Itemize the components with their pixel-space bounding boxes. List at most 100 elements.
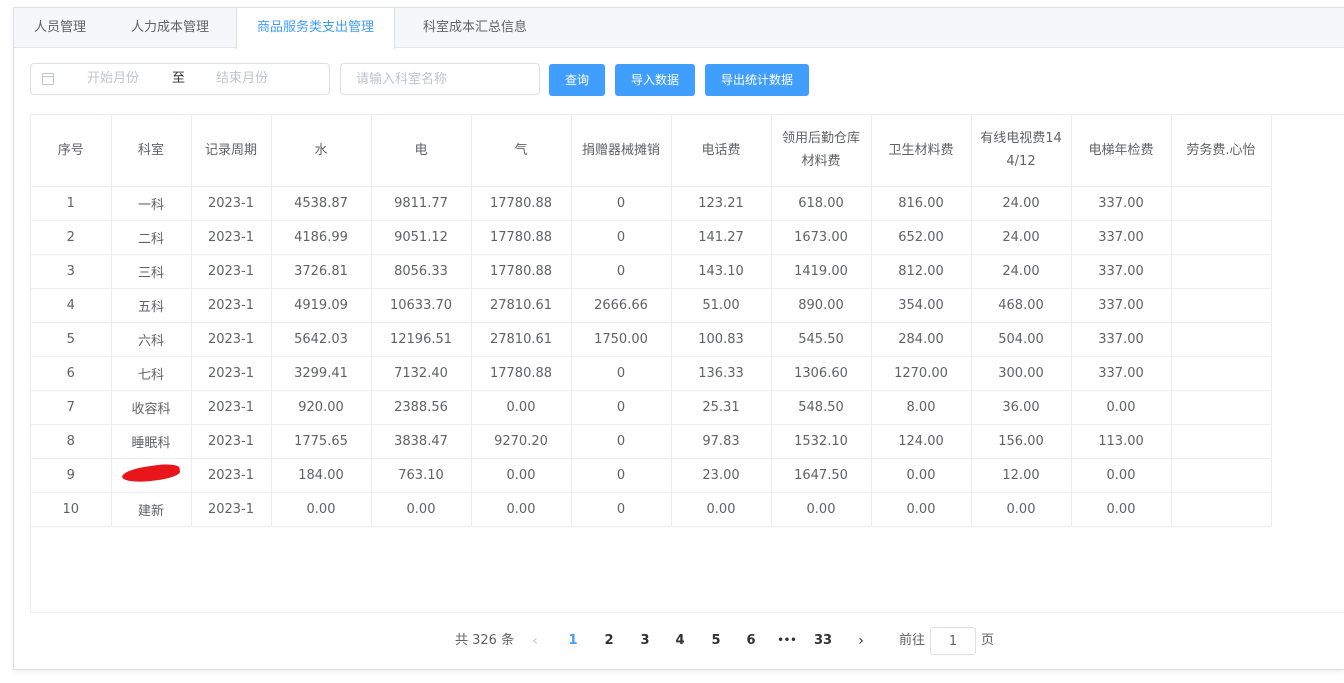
table-cell: 0.00 xyxy=(871,458,972,493)
table-cell: 建新 xyxy=(111,492,192,527)
table-cell: 3838.47 xyxy=(371,424,472,459)
table-cell: 4538.87 xyxy=(271,186,372,221)
table-cell: 0.00 xyxy=(771,492,872,527)
table-cell: 97.83 xyxy=(671,424,772,459)
table-cell: 652.00 xyxy=(871,220,972,255)
table-cell xyxy=(1171,254,1272,289)
table-row: 3 三科 2023-1 3726.81 8056.33 17780.88 0 143.10 14… xyxy=(31,254,1272,289)
page-33[interactable]: 33 xyxy=(808,627,838,655)
table-cell: 24.00 xyxy=(971,254,1072,289)
table-cell: 2023-1 xyxy=(191,424,272,459)
table-cell: 2388.56 xyxy=(371,390,472,425)
page-5[interactable]: 5 xyxy=(701,627,731,655)
table-cell: 1750.00 xyxy=(571,322,672,357)
table-cell: 2023-1 xyxy=(191,356,272,391)
table-cell: 36.00 xyxy=(971,390,1072,425)
table-cell: 1 xyxy=(31,186,112,221)
table-row: 9 2023-1 184.00 763.10 0.00 0 23.00 1647.50 0.00… xyxy=(31,458,1272,493)
table-row: 5 六科 2023-1 5642.03 12196.51 27810.61 1750.00 1… xyxy=(31,322,1272,357)
table-cell xyxy=(1171,322,1272,357)
page-2[interactable]: 2 xyxy=(594,627,624,655)
table-cell: 0 xyxy=(571,492,672,527)
tab-labor-cost[interactable]: 人力成本管理 xyxy=(111,8,229,48)
start-month-input[interactable]: 开始月份 xyxy=(87,64,139,94)
page-4[interactable]: 4 xyxy=(665,627,695,655)
table-row: 8 睡眠科 2023-1 1775.65 3838.47 9270.20 0 97.83 153… xyxy=(31,424,1272,459)
table-cell xyxy=(1171,220,1272,255)
table-cell: 0 xyxy=(571,220,672,255)
table-cell: 337.00 xyxy=(1071,288,1172,323)
table-cell: 337.00 xyxy=(1071,220,1172,255)
table-cell: 300.00 xyxy=(971,356,1072,391)
page-1[interactable]: 1 xyxy=(558,627,588,655)
table-cell: 1306.60 xyxy=(771,356,872,391)
total-count: 共 326 条 xyxy=(455,633,515,648)
table-cell: 1532.10 xyxy=(771,424,872,459)
table-cell: 184.00 xyxy=(271,458,372,493)
table-cell: 1270.00 xyxy=(871,356,972,391)
redaction-mark xyxy=(121,461,181,485)
table-cell: 1419.00 xyxy=(771,254,872,289)
table-cell: 0.00 xyxy=(1071,390,1172,425)
table-cell: 0.00 xyxy=(471,492,572,527)
column-header: 记录周期 xyxy=(191,115,272,187)
table-cell: 0 xyxy=(571,390,672,425)
table-cell: 0.00 xyxy=(271,492,372,527)
chevron-left-icon[interactable]: ‹ xyxy=(525,627,545,655)
table-row: 2 二科 2023-1 4186.99 9051.12 17780.88 0 141.27 16… xyxy=(31,220,1272,255)
query-button[interactable]: 查询 xyxy=(549,64,605,96)
tab-goods-services[interactable]: 商品服务类支出管理 xyxy=(236,8,396,49)
table-cell: 2666.66 xyxy=(571,288,672,323)
table-cell: 二科 xyxy=(111,220,192,255)
table-cell: 354.00 xyxy=(871,288,972,323)
table-cell: 337.00 xyxy=(1071,356,1172,391)
table-header-row: 序号 科室 记录周期 水 电 气 捐赠器械摊销 电话费 领用后勤仓库材料费 卫生… xyxy=(31,115,1272,187)
table-cell: 27810.61 xyxy=(471,322,572,357)
import-data-button[interactable]: 导入数据 xyxy=(615,64,695,96)
column-header: 劳务费.心怡 xyxy=(1171,115,1272,187)
tab-dept-cost-summary[interactable]: 科室成本汇总信息 xyxy=(403,8,547,48)
table-cell: 0 xyxy=(571,458,672,493)
table-cell: 618.00 xyxy=(771,186,872,221)
table-cell: 4186.99 xyxy=(271,220,372,255)
goto-page-input[interactable] xyxy=(930,627,976,655)
table-cell: 141.27 xyxy=(671,220,772,255)
more-pages-icon[interactable]: ••• xyxy=(772,627,802,655)
table-cell xyxy=(1171,186,1272,221)
table-row: 1 一科 2023-1 4538.87 9811.77 17780.88 0 123.21 61… xyxy=(31,186,1272,221)
table-cell: 2023-1 xyxy=(191,322,272,357)
dept-name-input[interactable] xyxy=(340,63,540,95)
tab-personnel[interactable]: 人员管理 xyxy=(14,8,106,48)
table-cell: 10633.70 xyxy=(371,288,472,323)
page-6[interactable]: 6 xyxy=(736,627,766,655)
page-unit-label: 页 xyxy=(981,633,995,648)
month-range-picker[interactable]: 开始月份 至 结束月份 xyxy=(30,63,330,95)
main-panel: 人员管理 人力成本管理 商品服务类支出管理 科室成本汇总信息 开始月份 至 结束… xyxy=(13,7,1344,670)
table-cell: 337.00 xyxy=(1071,322,1172,357)
expense-table-container: 序号 科室 记录周期 水 电 气 捐赠器械摊销 电话费 领用后勤仓库材料费 卫生… xyxy=(30,114,1344,613)
column-header: 有线电视费144/12 xyxy=(971,115,1072,187)
table-cell: 8056.33 xyxy=(371,254,472,289)
column-header: 领用后勤仓库材料费 xyxy=(771,115,872,187)
table-cell: 2023-1 xyxy=(191,390,272,425)
table-cell: 1647.50 xyxy=(771,458,872,493)
table-row: 7 收容科 2023-1 920.00 2388.56 0.00 0 25.31 548.50 8… xyxy=(31,390,1272,425)
table-cell: 763.10 xyxy=(371,458,472,493)
table-cell: 三科 xyxy=(111,254,192,289)
chevron-right-icon[interactable]: › xyxy=(851,627,871,655)
table-cell: 2023-1 xyxy=(191,220,272,255)
table-cell: 一科 xyxy=(111,186,192,221)
table-cell: 七科 xyxy=(111,356,192,391)
table-cell: 2023-1 xyxy=(191,492,272,527)
export-stats-button[interactable]: 导出统计数据 xyxy=(705,64,809,96)
table-cell: 545.50 xyxy=(771,322,872,357)
table-cell: 504.00 xyxy=(971,322,1072,357)
table-cell: 337.00 xyxy=(1071,254,1172,289)
range-separator: 至 xyxy=(172,71,186,86)
table-cell xyxy=(1171,492,1272,527)
page-3[interactable]: 3 xyxy=(630,627,660,655)
column-header: 科室 xyxy=(111,115,192,187)
end-month-input[interactable]: 结束月份 xyxy=(216,64,268,94)
table-cell: 7 xyxy=(31,390,112,425)
table-cell xyxy=(1171,458,1272,493)
